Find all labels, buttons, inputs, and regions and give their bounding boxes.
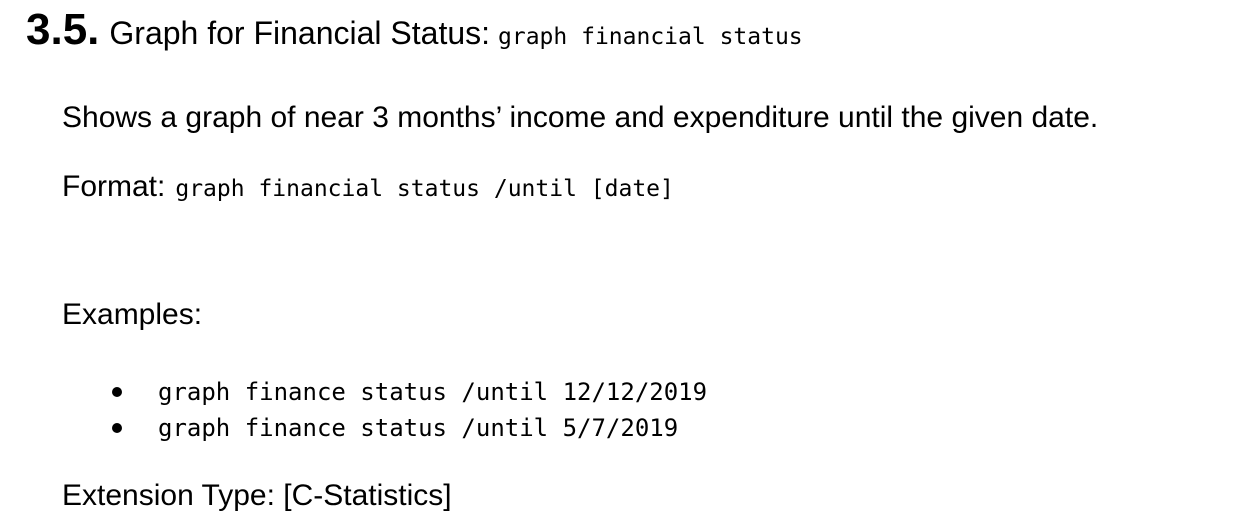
examples-list: graph finance status /until 12/12/2019 g… bbox=[110, 374, 707, 446]
section-number: 3.5. bbox=[26, 5, 100, 54]
list-item: graph finance status /until 5/7/2019 bbox=[110, 410, 707, 446]
example-command: graph finance status /until 5/7/2019 bbox=[158, 414, 679, 442]
bullet-icon bbox=[110, 420, 126, 436]
example-command: graph finance status /until 12/12/2019 bbox=[158, 378, 708, 406]
format-line: Format: graph financial status /until [da… bbox=[62, 172, 674, 202]
section-heading: 3.5. Graph for Financial Status: graph fin… bbox=[26, 8, 803, 52]
bullet-icon bbox=[110, 384, 126, 400]
section-command: graph financial status bbox=[498, 24, 803, 50]
examples-label: Examples: bbox=[62, 298, 203, 331]
format-syntax: graph financial status /until [date] bbox=[175, 176, 674, 202]
description-text: Shows a graph of near 3 months’ income a… bbox=[62, 101, 1099, 134]
format-label: Format: bbox=[62, 170, 166, 203]
section-title: Graph for Financial Status: bbox=[109, 15, 491, 51]
list-item: graph finance status /until 12/12/2019 bbox=[110, 374, 707, 410]
extension-type: Extension Type: [C-Statistics] bbox=[62, 479, 452, 512]
